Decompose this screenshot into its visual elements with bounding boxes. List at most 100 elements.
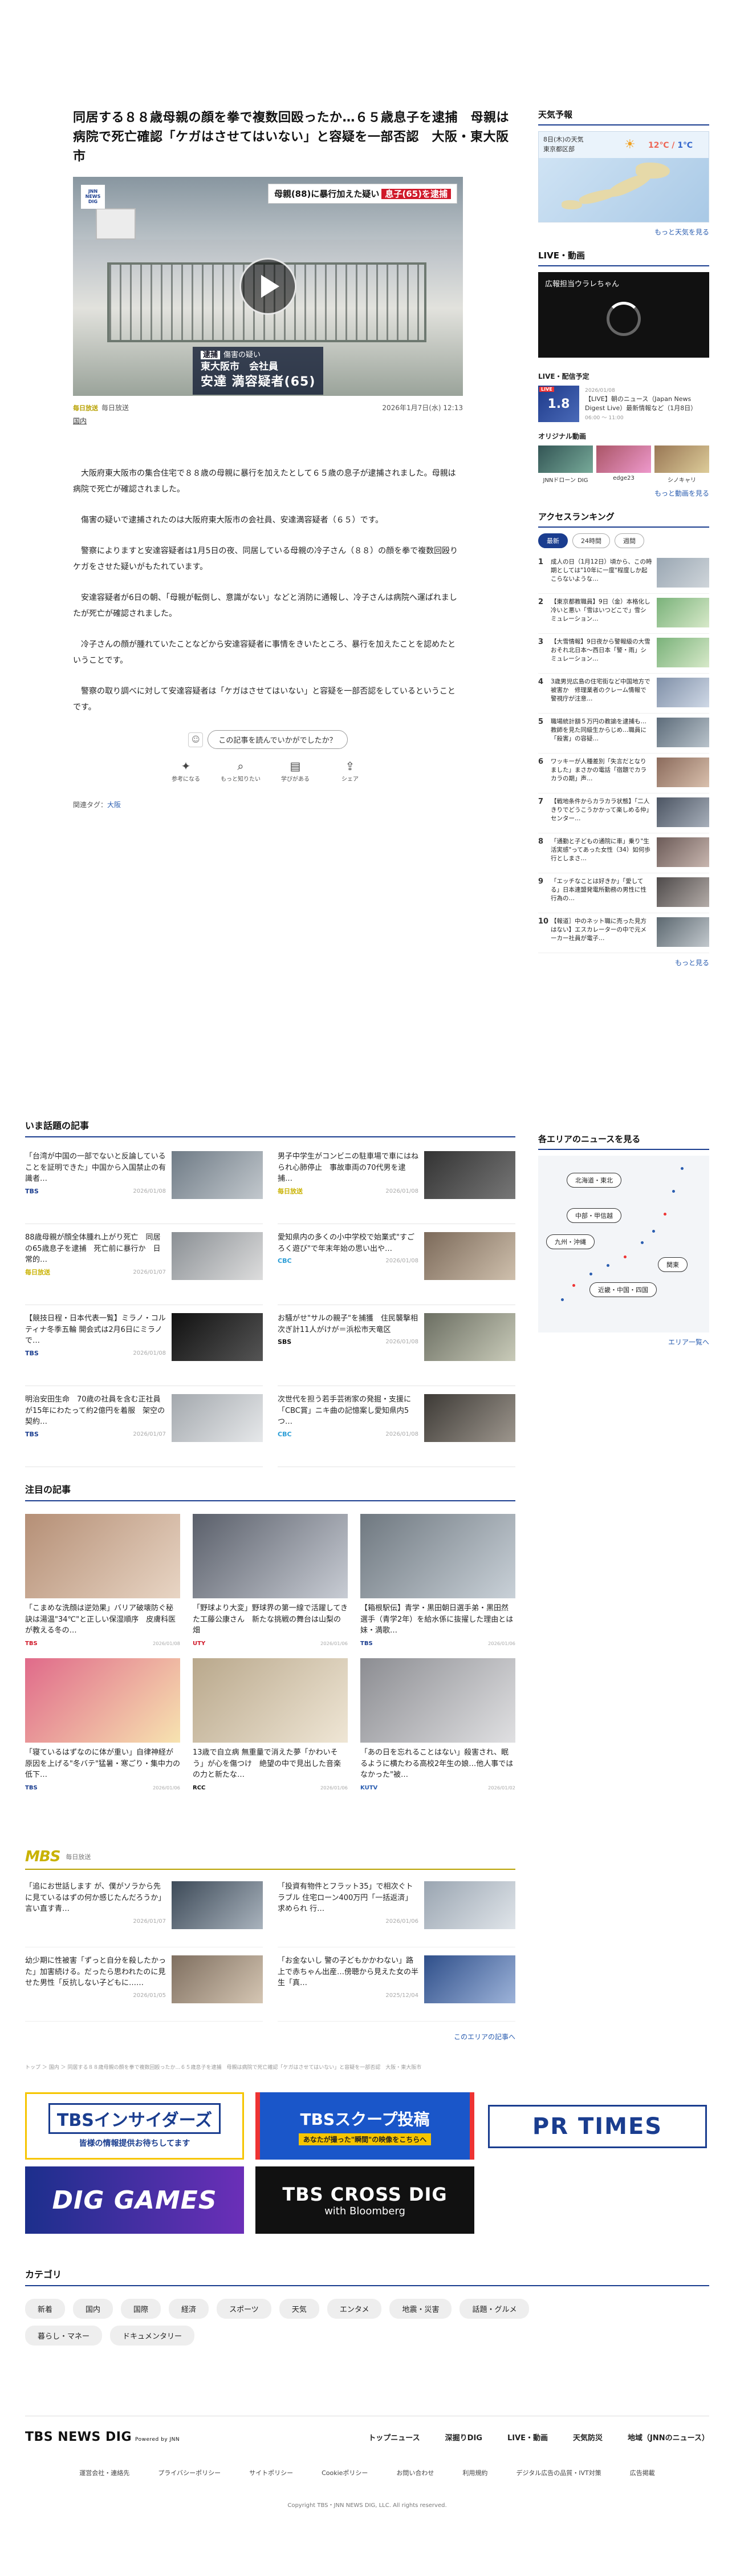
hero-caption: 母親(88)に暴行加えた疑い 息子(65)を逮捕	[267, 184, 457, 204]
area-hokkaido-tohoku[interactable]: 北海道・東北	[567, 1173, 621, 1188]
mbs-item[interactable]: 「お金ないし 警の子どもかかわない」路上で赤ちゃん出産…傍聴から見えた女の半生「…	[278, 1947, 515, 2022]
footer-link[interactable]: 利用規約	[462, 2468, 487, 2477]
footer-link[interactable]: 広告掲載	[630, 2468, 655, 2477]
footer-logo[interactable]: TBS NEWS DIG Powered by JNN	[25, 2430, 180, 2444]
ranking-item[interactable]: 10 【報道］中のネット職に売った見方はない】エスカレーターの中で元メーカー社員が…	[538, 913, 709, 953]
breadcrumb[interactable]: トップ ＞ 国内 ＞ 同居する８８歳母親の顔を拳で複数回殴ったか…６５歳息子を逮…	[25, 2063, 709, 2071]
trending-item[interactable]: 88歳母親が顔全体腫れ上がり死亡 同居の65歳息子を逮捕 死亡前に暴行か 日常的…	[25, 1224, 263, 1305]
category-chip[interactable]: ドキュメンタリー	[110, 2326, 195, 2346]
mbs-item[interactable]: 幼少期に性被害「ずっと自分を殺したかった」加害続ける。だったら思われたのに見せた…	[25, 1947, 263, 2022]
tab-weekly[interactable]: 週間	[615, 533, 644, 548]
video-more-link[interactable]: もっと動画を見る	[538, 488, 709, 498]
trending-item[interactable]: 男子中学生がコンビニの駐車場で車にはねられ心肺停止 事故車両の70代男を逮捕… 毎…	[278, 1143, 515, 1224]
area-chubu[interactable]: 中部・甲信越	[567, 1208, 621, 1223]
article-title: 同居する８８歳母親の顔を拳で複数回殴ったか…６５歳息子を逮捕 母親は病院で死亡確…	[73, 111, 510, 164]
feedback-question: この記事を読んでいかがでしたか？	[208, 730, 348, 750]
footer-nav-item[interactable]: 天気防災	[573, 2432, 603, 2443]
trending-item[interactable]: 「台湾が中国の一部でないと反論していることを証明できた」中国から入国禁止の有識者…	[25, 1143, 263, 1224]
area-kanto[interactable]: 関東	[658, 1257, 688, 1272]
ranking-tabs: 最新 24時間 週間	[538, 533, 709, 548]
area-heading: 各エリアのニュースを見る	[538, 1133, 709, 1150]
tab-24h[interactable]: 24時間	[572, 533, 610, 548]
category-chip[interactable]: 経済	[169, 2299, 209, 2319]
footer-link[interactable]: プライバシーポリシー	[158, 2468, 221, 2477]
ranking-item[interactable]: 4 3歳男児広島の住宅街など中国地方で被害か 修理業者のクレーム情報で警視庁が注意…	[538, 674, 709, 714]
ranking-item[interactable]: 3 【大雪情報】9日夜から警報級の大雪 おそれ北日本〜西日本「警・雨」シミュレーシ…	[538, 634, 709, 674]
live-player[interactable]: 広報担当ウラレちゃん	[538, 272, 709, 358]
weather-widget[interactable]: 8日(木)の天気 東京都区部 ☀ 12℃ / 1℃	[538, 131, 709, 222]
footer-nav-item[interactable]: LIVE・動画	[507, 2432, 548, 2443]
play-icon[interactable]	[239, 258, 296, 315]
ranking-item[interactable]: 2 【東京都教職員】9日（金）本格化し冷いと悪い「雪はいつどこで」雪シミュレーショ…	[538, 594, 709, 634]
category-chip[interactable]: 地震・災害	[389, 2299, 452, 2319]
ranking-item[interactable]: 7 【戦地条件からカラカラ状態】「二人きりでどうこうかかって楽しめる仲」センター…	[538, 793, 709, 833]
tag-link[interactable]: 大阪	[107, 801, 121, 809]
ranking-more-link[interactable]: もっと見る	[538, 958, 709, 967]
area-kinki[interactable]: 近畿・中国・四国	[589, 1282, 657, 1297]
weather-heading: 天気予報	[538, 108, 709, 125]
live-schedule-item[interactable]: LIVE 1.8 2026/01/08 【LIVE】朝のニュース（Japan New…	[538, 386, 709, 422]
featured-item[interactable]: 「寝ているはずなのに体が重い」自律神経が原因を上げる"冬バテ"猛暑・寒ごり・集中…	[25, 1658, 180, 1791]
featured-item[interactable]: 「野球より大変」野球界の第一線で活躍してきた工藤公康さん 新たな挑戦の舞台は山梨…	[193, 1514, 348, 1647]
footer-nav-item[interactable]: 深掘りDIG	[445, 2432, 482, 2443]
category-chip[interactable]: エンタメ	[327, 2299, 382, 2319]
mbs-logo: MBS	[25, 1848, 60, 1865]
footer-nav-item[interactable]: 地域（JNNのニュース）	[628, 2432, 709, 2443]
ranking-item[interactable]: 8 「通勤と子どもの通院に車」乗り"生活実感"ってあった女性（34）如何歩行としま…	[538, 833, 709, 873]
dig-games-banner[interactable]: DIG GAMES	[25, 2166, 244, 2234]
category-chip[interactable]: 国際	[121, 2299, 161, 2319]
footer-link[interactable]: お問い合わせ	[396, 2468, 434, 2477]
mbs-more-link[interactable]: このエリアの記事へ	[25, 2032, 515, 2042]
weather-temps: 12℃ / 1℃	[648, 141, 693, 150]
area-kyushu[interactable]: 九州・沖縄	[546, 1234, 595, 1249]
category-chip[interactable]: 国内	[73, 2299, 113, 2319]
category-chip[interactable]: 話題・グルメ	[459, 2299, 530, 2319]
share-button[interactable]: ⇪ シェア	[330, 759, 370, 783]
bulb-icon: ✦	[181, 759, 191, 773]
category-link[interactable]: 国内	[73, 416, 518, 426]
ranking-item[interactable]: 6 ワッキーが人種差別「失言だとなりました」まさかの電話「宿題でカラカラの期」声…	[538, 754, 709, 793]
video-player[interactable]: JNN NEWS DIG 母親(88)に暴行加えた疑い 息子(65)を逮捕 逮捕傷…	[73, 177, 463, 396]
footer-link[interactable]: サイトポリシー	[249, 2468, 293, 2477]
prtimes-banner[interactable]: PR TIMES	[488, 2105, 707, 2148]
category-chip[interactable]: 新着	[25, 2299, 66, 2319]
featured-item[interactable]: 【箱根駅伝】青学・黒田朝日選手弟・黒田然選手（青学2年）を給水係に抜擢した理由と…	[360, 1514, 515, 1647]
tab-latest[interactable]: 最新	[538, 533, 568, 548]
helpful-button[interactable]: ✦ 参考になる	[166, 759, 206, 783]
original-video-heading: オリジナル動画	[538, 432, 587, 440]
trending-item[interactable]: 明治安田生命 70歳の社員を含む正社員が15年にわたって約2億円を着服 架空の契…	[25, 1386, 263, 1467]
footer-link[interactable]: 運営会社・連絡先	[79, 2468, 129, 2477]
category-chip[interactable]: 暮らし・マネー	[25, 2326, 103, 2346]
featured-item[interactable]: 13歳で自立病 無重量で消えた夢「かわいそう」が心を傷つけ 絶望の中で見出した音…	[193, 1658, 348, 1791]
ranking-item[interactable]: 9 「エッチなことは好きか」「愛してる」日本連盟発電所勤務の男性に性行為の…	[538, 873, 709, 913]
category-chip[interactable]: スポーツ	[217, 2299, 271, 2319]
trending-item[interactable]: 【競技日程・日本代表一覧】ミラノ・コルティナ冬季五輪 開会式は2月6日にミラノで…	[25, 1305, 263, 1386]
live-thumb: LIVE 1.8	[538, 386, 579, 422]
article-paragraph: 傷害の疑いで逮捕されたのは大阪府東大阪市の会社員、安達満容疑者（６５）です。	[81, 516, 384, 525]
original-video-item[interactable]: JNNドローン DIG	[538, 445, 593, 484]
area-list-link[interactable]: エリア一覧へ	[538, 1337, 709, 1347]
ranking-item[interactable]: 5 職場統計額５万円の教諭を逮捕も…教師を見た同級生からじめ…職員に「殺害」の容疑…	[538, 714, 709, 754]
trending-item[interactable]: 愛知県内の多くの小中学校で始業式"すごろく遊び"で年末年始の思い出や… CBC 20…	[278, 1224, 515, 1305]
ranking-item[interactable]: 1 成人の日（1月12日）頃から、この時期としては"10年に一度"程度しか起こらな…	[538, 554, 709, 594]
original-video-item[interactable]: edge23	[596, 445, 651, 484]
featured-item[interactable]: 「こまめな洗顔は逆効果」バリア破壊防ぐ秘訣は湯温"34℃"と正しい保湿順序 皮膚…	[25, 1514, 180, 1647]
footer-nav-item[interactable]: トップニュース	[368, 2432, 420, 2443]
categories-section: カテゴリ 新着 国内 国際 経済 スポーツ 天気 エンタメ 地震・災害 話題・グ…	[25, 2267, 709, 2346]
original-video-item[interactable]: シノキャリ	[654, 445, 709, 484]
scoop-banner[interactable]: TBSスクープ投稿 あなたが撮った"瞬間"の映像をこちらへ	[255, 2092, 474, 2160]
mbs-item[interactable]: 「追にお世話します が、僕がソラから先に見ているはずの何か感じたんだろうか」言い…	[25, 1873, 263, 1947]
cross-dig-banner[interactable]: TBS CROSS DIG with Bloomberg	[255, 2166, 474, 2234]
footer-link[interactable]: Cookieポリシー	[322, 2468, 368, 2477]
insiders-banner[interactable]: TBSインサイダーズ 皆様の情報提供お待ちしてます	[25, 2092, 244, 2160]
footer-link[interactable]: デジタル広告の品質・IVT対策	[516, 2468, 601, 2477]
mbs-item[interactable]: 「投資有物件とフラット35」で相次ぐトラブル 住宅ローン400万円「一括返済」求…	[278, 1873, 515, 1947]
trending-item[interactable]: 次世代を担う若手芸術家の発掘・支援に「CBC賞」ニキ曲の記憶案し愛知県内5つ… C…	[278, 1386, 515, 1467]
trending-item[interactable]: お騒がせ"サルの親子"を捕獲 住民襲撃相次ぎ計11人がけが＝浜松市天竜区 SBS 2…	[278, 1305, 515, 1386]
know-more-button[interactable]: ⌕ もっと知りたい	[221, 759, 261, 783]
learn-button[interactable]: ▤ 学びがある	[275, 759, 315, 783]
category-chip[interactable]: 天気	[279, 2299, 319, 2319]
weather-more-link[interactable]: もっと天気を見る	[538, 227, 709, 237]
featured-grid: 「こまめな洗顔は逆効果」バリア破壊防ぐ秘訣は湯温"34℃"と正しい保湿順序 皮膚…	[25, 1514, 515, 1791]
featured-item[interactable]: 「あの日を忘れることはない」殺害され、眠るように横たわる高校2年生の娘…他人事で…	[360, 1658, 515, 1791]
